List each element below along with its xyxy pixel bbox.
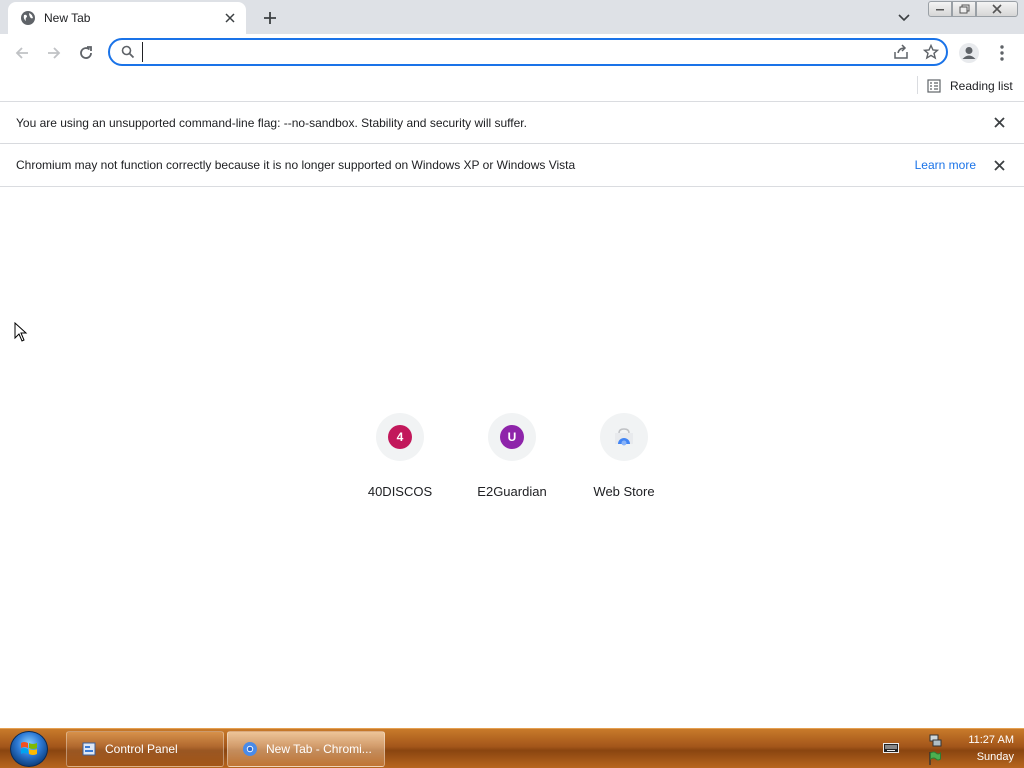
globe-icon (20, 10, 36, 26)
new-tab-plus-icon[interactable] (258, 6, 282, 30)
shortcut-tile-40discos[interactable]: 4 40DISCOS (344, 411, 456, 501)
menu-kebab-icon[interactable] (992, 40, 1012, 66)
address-input[interactable] (142, 42, 886, 62)
taskbar-button-label: Control Panel (105, 742, 178, 756)
minimize-icon[interactable] (928, 1, 952, 17)
action-center-flag-icon[interactable] (927, 750, 943, 766)
keyboard-icon[interactable] (882, 741, 900, 755)
clock-time: 11:27 AM (968, 734, 1014, 746)
reload-icon[interactable] (72, 40, 100, 66)
web-store-icon (613, 425, 635, 450)
system-clock[interactable]: 11:27 AM Sunday (948, 732, 1014, 766)
shortcut-title: Web Store (593, 484, 655, 499)
taskbar-control-panel[interactable]: Control Panel (66, 731, 224, 767)
reading-list-button[interactable]: Reading list (926, 75, 1013, 97)
tab-search-chevron-icon[interactable] (894, 8, 914, 28)
profile-avatar-icon[interactable] (956, 40, 982, 66)
reading-list-icon (926, 78, 942, 94)
mouse-pointer-icon (14, 321, 28, 342)
restore-icon[interactable] (952, 1, 976, 17)
infobar-message: Chromium may not function correctly beca… (16, 158, 576, 172)
infobar-close-icon[interactable] (990, 156, 1008, 174)
infobar-no-sandbox: You are using an unsupported command-lin… (0, 102, 1024, 144)
infobar-message: You are using an unsupported command-lin… (16, 115, 527, 130)
tab-strip: New Tab (0, 0, 1024, 34)
start-button-windows-icon[interactable] (10, 731, 48, 767)
infobar-unsupported-os: Chromium may not function correctly beca… (0, 144, 1024, 187)
new-tab-page: 4 40DISCOS U E2Guardian Web Store (0, 187, 1024, 728)
shortcut-tile-web-store[interactable]: Web Store (568, 411, 680, 501)
browser-toolbar (0, 34, 1024, 72)
shortcut-title: 40DISCOS (367, 484, 433, 499)
shortcut-icon-container (600, 413, 648, 461)
back-arrow-icon[interactable] (8, 40, 36, 66)
chromium-icon (242, 741, 258, 757)
window-close-icon[interactable] (976, 1, 1018, 17)
shortcut-icon-container: U (488, 413, 536, 461)
omnibox[interactable] (108, 38, 948, 66)
learn-more-link[interactable]: Learn more (915, 158, 976, 172)
tab-close-icon[interactable] (220, 8, 240, 28)
reading-list-label: Reading list (950, 79, 1013, 93)
shortcut-letter-icon: U (500, 425, 524, 449)
infobar-close-icon[interactable] (990, 114, 1008, 132)
bookmarks-separator (917, 76, 918, 94)
bookmark-star-icon[interactable] (916, 40, 946, 64)
taskbar-button-label: New Tab - Chromi... (266, 742, 372, 756)
shortcut-title: E2Guardian (477, 484, 547, 499)
taskbar-chromium[interactable]: New Tab - Chromi... (227, 731, 385, 767)
tab-title: New Tab (44, 11, 91, 25)
tab-new-tab[interactable]: New Tab (8, 2, 246, 34)
share-icon[interactable] (886, 40, 916, 64)
search-icon (120, 44, 136, 60)
control-panel-icon (81, 741, 97, 757)
shortcut-icon-container: 4 (376, 413, 424, 461)
network-icon[interactable] (927, 732, 943, 748)
windows-taskbar: Control Panel New Tab - Chromi... 11:27 … (0, 728, 1024, 768)
forward-arrow-icon[interactable] (40, 40, 68, 66)
shortcut-tile-e2guardian[interactable]: U E2Guardian (456, 411, 568, 501)
bookmarks-bar: Reading list (0, 72, 1024, 102)
shortcut-letter-icon: 4 (388, 425, 412, 449)
clock-day: Sunday (976, 751, 1014, 763)
